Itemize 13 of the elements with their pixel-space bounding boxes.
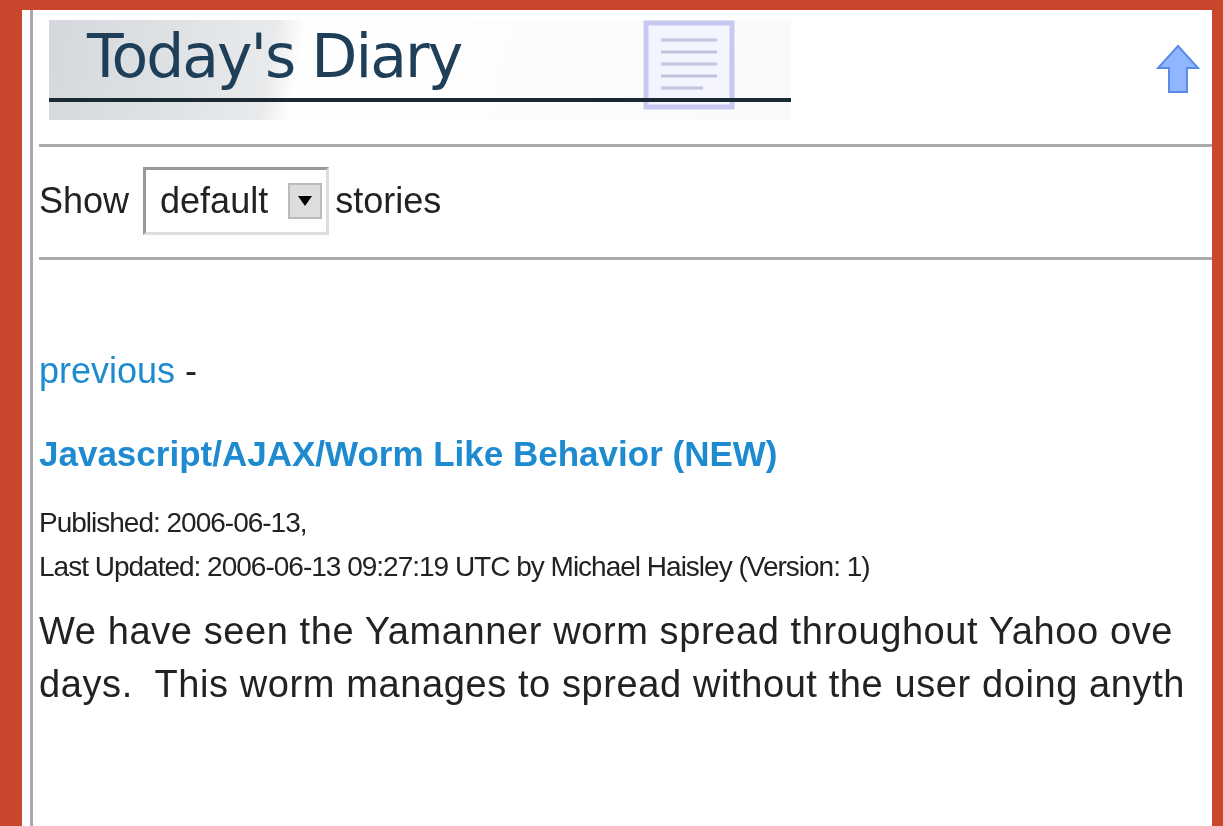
- separator: -: [185, 350, 198, 391]
- previous-link[interactable]: previous: [39, 350, 176, 391]
- published-date: Published: 2006-06-13,: [39, 505, 308, 540]
- stories-select[interactable]: default: [143, 167, 330, 235]
- body-text: days. This worm manages to spread without the user doing anyth: [39, 661, 1187, 707]
- document-icon: [643, 20, 735, 110]
- dropdown-arrow-icon: [298, 196, 313, 206]
- stories-label: stories: [335, 179, 442, 223]
- show-label: Show: [39, 179, 130, 223]
- body-text: We have seen the Yamanner worm spread throughout Yahoo ove: [39, 608, 1174, 654]
- last-updated: Last Updated: 2006-06-13 09:27:19 UTC by Michael Haisley (Version: 1): [39, 549, 871, 584]
- up-arrow-icon[interactable]: [1156, 44, 1200, 94]
- story-title-link[interactable]: Javascript/AJAX/Worm Like Behavior (NEW): [39, 434, 778, 473]
